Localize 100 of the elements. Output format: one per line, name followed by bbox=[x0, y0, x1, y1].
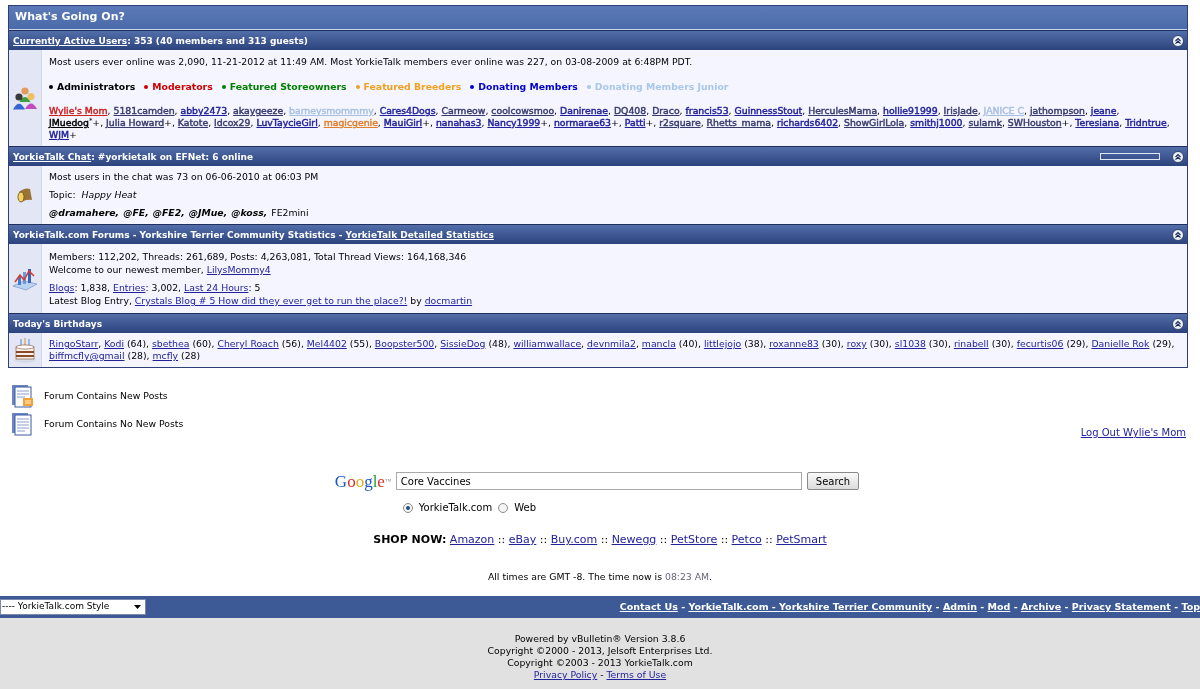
stats-text: Members: 112,202, Threads: 261,689, Posts: 4,263,081, Total Thread Views: 164,168,346 bbox=[49, 250, 468, 263]
user-link[interactable]: Cheryl Roach bbox=[217, 338, 279, 349]
section-title: YorkieTalk Chat: #yorkietalk on EFNet: 6 online bbox=[13, 150, 253, 163]
user-link[interactable]: Draco bbox=[652, 105, 680, 116]
user-link[interactable]: roxanne83 bbox=[769, 338, 819, 349]
user-link[interactable]: sbethea bbox=[152, 338, 190, 349]
shop-link[interactable]: eBay bbox=[508, 533, 537, 546]
shop-link[interactable]: Amazon bbox=[449, 533, 495, 546]
user-link[interactable]: devnmila2 bbox=[587, 338, 636, 349]
chat-user-name: @FE, bbox=[123, 207, 149, 219]
chat-user-name: @FE2, bbox=[152, 207, 185, 219]
user-link[interactable]: Julia Howard bbox=[106, 117, 165, 128]
shop-link[interactable]: Petco bbox=[731, 533, 762, 546]
footer-link[interactable]: Admin bbox=[942, 600, 977, 612]
caret-icon bbox=[134, 605, 141, 609]
radio-button[interactable] bbox=[402, 502, 413, 513]
user-link[interactable]: 5181camden bbox=[113, 105, 175, 116]
chat-record-text: Most users in the chat was 73 on 06-06-2010 at 06:03 PM bbox=[49, 171, 320, 183]
user-link[interactable]: rinabell bbox=[953, 338, 989, 349]
user-link[interactable]: Danirenae bbox=[560, 105, 608, 116]
section-title: Currently Active Users: 353 (40 members and 313 guests) bbox=[13, 34, 308, 47]
user-link[interactable]: hollie91999 bbox=[883, 105, 938, 116]
user-link[interactable]: fecurtis06 bbox=[1016, 338, 1064, 349]
user-link[interactable]: Patti bbox=[624, 117, 646, 128]
chat-user-name: @JMue, bbox=[188, 207, 228, 219]
footer-link[interactable]: Archive bbox=[1020, 600, 1062, 612]
legend-label: Featured Breeders bbox=[363, 81, 462, 93]
user-link[interactable]: LuvTaycieGirl bbox=[256, 117, 318, 128]
collapse-icon[interactable] bbox=[1172, 228, 1184, 241]
user-link[interactable]: Nancy1999 bbox=[487, 117, 541, 128]
user-link[interactable]: RingoStarr bbox=[49, 338, 99, 349]
user-link[interactable]: Rhetts_mama bbox=[706, 117, 771, 128]
collapse-icon[interactable] bbox=[1172, 34, 1184, 47]
legend-label: Moderators bbox=[152, 81, 213, 93]
user-link[interactable]: sl1038 bbox=[894, 338, 926, 349]
document-icon bbox=[11, 412, 35, 436]
user-link[interactable]: francis53 bbox=[685, 105, 729, 116]
user-link[interactable]: jathompson bbox=[1030, 105, 1085, 116]
legend-label: Administrators bbox=[57, 81, 136, 93]
online-users-list: Wylie's Mom, 5181camden, abby2473, akaygeeze, barneysmommmy, Cares4Dogs, Carmeow, coolcowsmoo, Danirenae, DQ408, Draco, francis53, GuinnessStout, HerculesMama, hollie91999, IrisJade, JANICE C, jathompson, jeane, JMuedog$^{*}$+, Julia Howard+, Katote, ldcox29, LuvTaycieGirl, magicgenie, MauiGirl+, nanahas3, Nancy1999+, normarae63+, Patti+, r2square, Rhetts_mama, richards6402, ShowGirlLola, smithj1000, sulamk, SWHouston+, Teresiana, Tridntrue, WJM+ bbox=[49, 105, 1175, 141]
user-link[interactable]: SissieDog bbox=[440, 338, 486, 349]
legal-link[interactable]: Terms of Use bbox=[606, 669, 667, 680]
text-link[interactable]: Crystals Blog # 5 How did they ever get to run the place?! bbox=[134, 295, 408, 306]
user-link[interactable]: Tridntrue bbox=[1125, 117, 1167, 128]
user-link[interactable]: Mel4402 bbox=[306, 338, 347, 349]
user-link[interactable]: biffmcfly@gmail bbox=[49, 350, 125, 361]
section-title: Today's Birthdays bbox=[13, 317, 103, 330]
user-link[interactable]: IrisJade bbox=[943, 105, 978, 116]
shop-link[interactable]: Buy.com bbox=[550, 533, 598, 546]
stats-text: Latest Blog Entry, Crystals Blog # 5 How did they ever get to run the place?! by docmartin bbox=[49, 294, 474, 307]
copyright-text: Powered by vBulletin® Version 3.8.6 bbox=[514, 633, 686, 645]
user-link[interactable]: normarae63 bbox=[553, 117, 611, 128]
user-link[interactable]: JMuedog bbox=[49, 117, 89, 128]
search-button[interactable]: Search bbox=[806, 472, 860, 490]
chart-icon bbox=[12, 266, 38, 291]
footer-link[interactable]: Privacy Statement bbox=[1071, 600, 1171, 612]
collapse-icon[interactable] bbox=[1172, 150, 1184, 163]
collapse-icon[interactable] bbox=[1172, 317, 1184, 330]
user-link[interactable]: r2square bbox=[659, 117, 701, 128]
highlighted-document-icon bbox=[11, 384, 35, 408]
text-link[interactable]: LilysMommy4 bbox=[206, 264, 271, 275]
chat-user-name: @dramahere, bbox=[49, 207, 120, 219]
user-link[interactable]: smithj1000 bbox=[910, 117, 963, 128]
footer-link[interactable]: Contact Us bbox=[619, 600, 678, 612]
user-link[interactable]: mcfly bbox=[152, 350, 179, 361]
text-link[interactable]: YorkieTalk Detailed Statistics bbox=[345, 229, 494, 240]
radio-label: Web bbox=[514, 501, 537, 515]
chat-topic: Topic: Happy Heat bbox=[49, 189, 138, 201]
style-select[interactable]: ---- YorkieTalk.com Style bbox=[0, 599, 146, 615]
user-link[interactable]: WJM bbox=[49, 129, 69, 140]
user-link[interactable]: Kodi bbox=[104, 338, 124, 349]
user-link[interactable]: Cares4Dogs bbox=[379, 105, 436, 116]
user-link[interactable]: littlejojo bbox=[703, 338, 742, 349]
text-link[interactable]: docmartin bbox=[424, 295, 473, 306]
user-link[interactable]: MauiGirl bbox=[383, 117, 423, 128]
user-link[interactable]: sulamk bbox=[968, 117, 1002, 128]
user-link[interactable]: roxy bbox=[846, 338, 867, 349]
legend-label: Featured Storeowners bbox=[229, 81, 347, 93]
legend-text: Forum Contains No New Posts bbox=[44, 417, 184, 431]
legal-link[interactable]: Privacy Policy bbox=[533, 669, 598, 680]
search-field[interactable]: Core Vaccines bbox=[395, 472, 802, 490]
shop-link[interactable]: PetStore bbox=[670, 533, 718, 546]
logout-link[interactable]: Log Out Wylie's Mom bbox=[1080, 425, 1186, 440]
chat-user-name: @koss, bbox=[231, 207, 268, 219]
section-title: YorkieTalk.com Forums - Yorkshire Terrier Community Statistics - YorkieTalk Detailed Statistics bbox=[13, 228, 494, 241]
radio-button[interactable] bbox=[498, 502, 509, 513]
record-text: Most users ever online was 2,090, 11-21-2012 at 11:49 AM. Most YorkieTalk members ever online was 227, on 03-08-2009 at 6:48PM PDT. bbox=[49, 56, 694, 68]
horn-icon bbox=[16, 187, 34, 203]
user-link[interactable]: SWHouston bbox=[1007, 117, 1062, 128]
user-link[interactable]: mancla bbox=[641, 338, 676, 349]
footer-links: Contact Us - YorkieTalk.com - Yorkshire Terrier Community - Admin - Mod - Archive - Privacy Statement - Top bbox=[619, 599, 1200, 614]
birthday-list: RingoStarr, Kodi (64), sbethea (60), Cheryl Roach (56), Mel4402 (55), Boopster500, SissieDog (48), williamwallace, devnmila2, mancla (40), littlejojo (38), roxanne83 (30), roxy (30), sl1038 (30), rinabell (30), fecurtis06 (29), Danielle Rok (29), biffmcfly@gmail (28), mcfly (28) bbox=[49, 338, 1175, 362]
footer-link[interactable]: YorkieTalk.com - Yorkshire Terrier Community bbox=[688, 600, 933, 612]
footer-link[interactable]: Top bbox=[1181, 600, 1200, 612]
shop-link[interactable]: PetSmart bbox=[776, 533, 827, 546]
user-link[interactable]: Danielle Rok bbox=[1091, 338, 1150, 349]
shop-link[interactable]: Newegg bbox=[611, 533, 657, 546]
user-link[interactable]: Wylie's Mom bbox=[49, 105, 108, 116]
footer-link[interactable]: Mod bbox=[987, 600, 1011, 612]
chat-input-field[interactable] bbox=[1100, 153, 1160, 160]
